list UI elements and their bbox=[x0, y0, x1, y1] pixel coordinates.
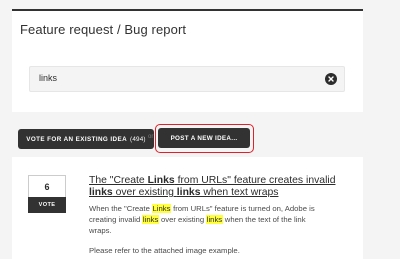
vote-count: 6 bbox=[44, 182, 50, 192]
idea-title-keyword: links bbox=[89, 187, 113, 198]
idea-title-link[interactable]: The "Create Links from URLs" feature cre… bbox=[89, 175, 339, 199]
idea-title-text: from URLs" feature creates invalid bbox=[174, 175, 336, 186]
or-separator: or bbox=[148, 134, 154, 140]
idea-title-text: over existing bbox=[112, 187, 177, 198]
idea-title-keyword: links bbox=[176, 187, 201, 198]
search-match-highlight: links bbox=[142, 215, 159, 224]
idea-actions-row: VOTE FOR AN EXISTING IDEA (494) or POST … bbox=[12, 112, 363, 157]
vote-button[interactable]: VOTE bbox=[28, 197, 66, 213]
idea-description-continued: Please refer to the attached image examp… bbox=[89, 246, 240, 255]
post-new-idea-button[interactable]: POST A NEW IDEA... bbox=[158, 128, 250, 148]
idea-body-text: When the "Create bbox=[89, 204, 152, 213]
vote-existing-label: VOTE FOR AN EXISTING IDEA bbox=[26, 135, 128, 143]
vote-existing-idea-button[interactable]: VOTE FOR AN EXISTING IDEA (494) bbox=[18, 129, 154, 149]
search-match-highlight: links bbox=[206, 215, 223, 224]
search-match-highlight: Links bbox=[151, 204, 171, 213]
clear-search-icon[interactable] bbox=[325, 73, 337, 85]
idea-description: When the "Create Links from URLs" featur… bbox=[89, 203, 329, 236]
search-value[interactable]: links bbox=[39, 73, 57, 83]
idea-title-text: when text wraps bbox=[200, 187, 279, 198]
page-title: Feature request / Bug report bbox=[20, 22, 187, 37]
idea-title-text: The "Create bbox=[89, 175, 148, 186]
idea-title-keyword: Links bbox=[147, 175, 175, 186]
search-input[interactable]: links bbox=[29, 66, 345, 92]
idea-body-text: over existing bbox=[158, 215, 207, 224]
existing-ideas-count: (494) bbox=[130, 135, 146, 143]
